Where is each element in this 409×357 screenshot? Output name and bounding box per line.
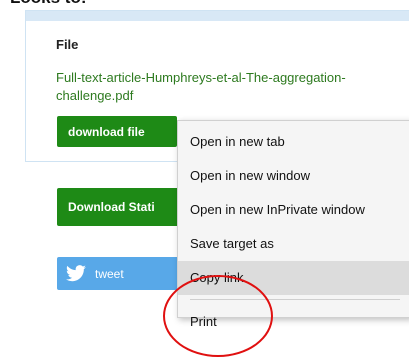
tweet-label: tweet <box>95 266 124 281</box>
context-menu: Open in new tab Open in new window Open … <box>177 120 409 329</box>
file-label: File <box>56 37 79 52</box>
tweet-button[interactable]: tweet <box>57 257 187 290</box>
menu-save-target-as[interactable]: Save target as <box>178 227 409 261</box>
menu-open-new-window[interactable]: Open in new window <box>178 159 409 193</box>
menu-separator <box>190 299 400 300</box>
twitter-bird-icon <box>66 264 86 281</box>
download-stats-button[interactable]: Download Stati <box>57 188 187 226</box>
menu-copy-link[interactable]: Copy link <box>178 261 409 295</box>
download-file-button[interactable]: download file <box>57 116 177 147</box>
page-heading: Looks to: <box>10 0 87 8</box>
card-top-bar <box>26 11 409 21</box>
menu-open-new-tab[interactable]: Open in new tab <box>178 125 409 159</box>
file-link[interactable]: Full-text-article-Humphreys-et-al-The-ag… <box>56 69 409 105</box>
menu-print[interactable]: Print <box>178 305 409 339</box>
menu-open-inprivate-window[interactable]: Open in new InPrivate window <box>178 193 409 227</box>
